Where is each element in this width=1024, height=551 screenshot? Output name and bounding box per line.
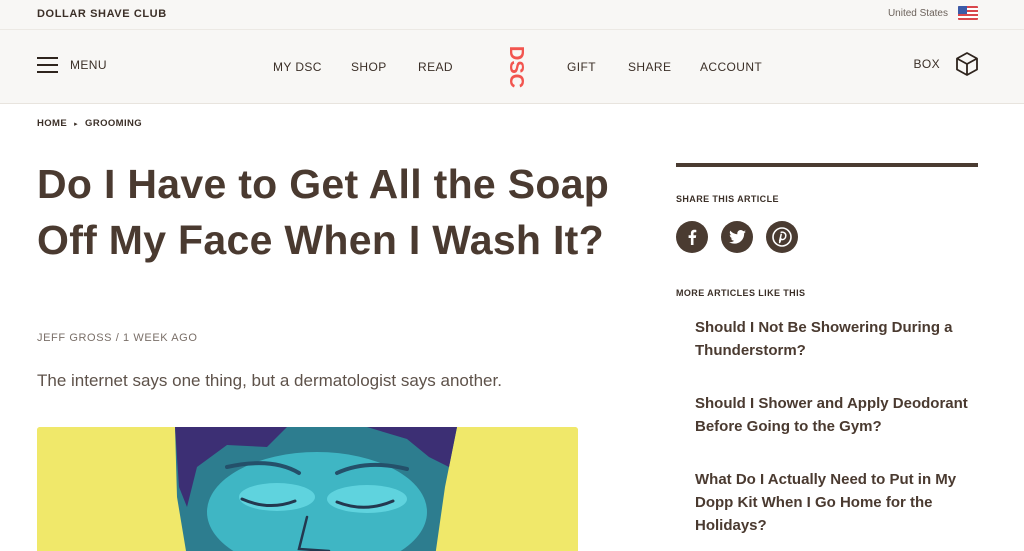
nav-link-read[interactable]: READ: [418, 60, 453, 74]
hero-image: [37, 427, 578, 551]
breadcrumb-grooming[interactable]: GROOMING: [85, 118, 142, 129]
share-buttons: [676, 221, 798, 253]
twitter-share-button[interactable]: [721, 221, 753, 253]
breadcrumb-home[interactable]: HOME: [37, 118, 67, 129]
related-article-link[interactable]: What Do I Actually Need to Put in My Dop…: [695, 468, 995, 537]
us-flag-icon[interactable]: [958, 6, 978, 20]
twitter-icon: [728, 230, 746, 244]
box-label: BOX: [913, 57, 940, 71]
related-article-link[interactable]: Should I Shower and Apply Deodorant Befo…: [695, 392, 995, 438]
dsc-logo[interactable]: DSC: [495, 40, 525, 94]
nav-link-share[interactable]: SHARE: [628, 60, 671, 74]
box-button[interactable]: BOX: [913, 52, 978, 76]
hamburger-icon: [37, 57, 58, 73]
sidebar-divider: [676, 163, 978, 167]
hero-illustration: [37, 427, 578, 551]
main-nav: MENU MY DSC SHOP READ DSC GIFT SHARE ACC…: [0, 30, 1024, 104]
related-article-link[interactable]: Should I Not Be Showering During a Thund…: [695, 316, 995, 362]
article-dek: The internet says one thing, but a derma…: [37, 371, 502, 390]
utility-bar: DOLLAR SHAVE CLUB United States: [0, 0, 1024, 30]
facebook-icon: [688, 229, 697, 245]
breadcrumb: HOME ▸ GROOMING: [37, 118, 142, 129]
brand-name[interactable]: DOLLAR SHAVE CLUB: [37, 8, 167, 20]
country-label: United States: [887, 8, 948, 19]
more-articles-heading: MORE ARTICLES LIKE THIS: [676, 288, 806, 298]
nav-link-my-dsc[interactable]: MY DSC: [273, 60, 322, 74]
breadcrumb-separator-icon: ▸: [74, 120, 79, 128]
box-icon: [956, 52, 978, 76]
logo-text: DSC: [505, 46, 525, 88]
article-byline: JEFF GROSS / 1 WEEK AGO: [37, 332, 198, 344]
facebook-share-button[interactable]: [676, 221, 708, 253]
nav-link-gift[interactable]: GIFT: [567, 60, 596, 74]
country-selector[interactable]: United States: [888, 8, 948, 19]
menu-label: MENU: [70, 58, 107, 72]
share-heading: SHARE THIS ARTICLE: [676, 194, 779, 204]
article-title: Do I Have to Get All the Soap Off My Fac…: [37, 161, 610, 263]
menu-button[interactable]: MENU: [37, 57, 107, 73]
pinterest-icon: [772, 227, 792, 247]
nav-link-shop[interactable]: SHOP: [351, 60, 387, 74]
pinterest-share-button[interactable]: [766, 221, 798, 253]
nav-link-account[interactable]: ACCOUNT: [700, 60, 762, 74]
